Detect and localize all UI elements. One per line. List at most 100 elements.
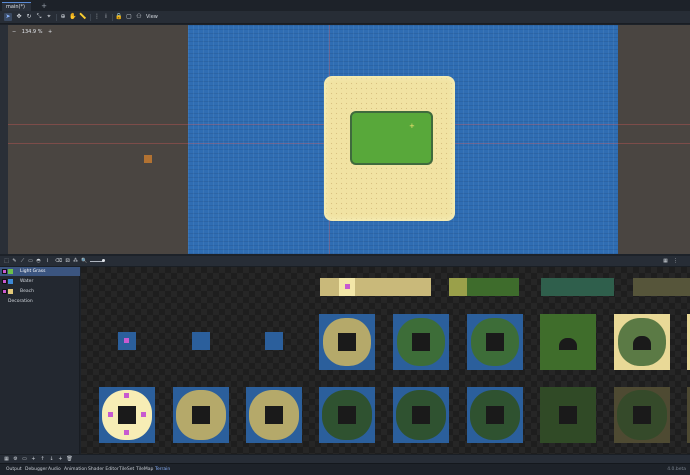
terrain-item-water[interactable]: Water: [0, 277, 80, 286]
atlas-hole: [338, 333, 356, 351]
atlas-tile[interactable]: [319, 314, 375, 370]
terrain-item-label: Decoration: [8, 299, 33, 304]
atlas-tile[interactable]: [320, 278, 431, 296]
arrow-up-icon[interactable]: ↑: [39, 456, 46, 463]
add-icon[interactable]: +: [30, 456, 37, 463]
select-tool-icon[interactable]: ➤: [4, 13, 12, 21]
scatter-icon[interactable]: ⁂: [72, 258, 79, 265]
atlas-tile-marker: [124, 338, 129, 343]
select-tile-icon[interactable]: ⬚: [3, 258, 10, 265]
tab-output[interactable]: Output: [6, 467, 22, 472]
atlas-tile-marker: [124, 430, 129, 435]
scale-tool-icon[interactable]: ⤡: [35, 13, 43, 21]
skeleton-icon[interactable]: ⚇: [135, 13, 143, 21]
bucket-tile-icon[interactable]: ◓: [35, 258, 42, 265]
tab-tileset[interactable]: TileSet: [119, 467, 134, 472]
atlas-tile[interactable]: [449, 278, 467, 296]
terrain-item-decoration[interactable]: Decoration: [0, 297, 80, 306]
snap-toggle-icon[interactable]: ⋮: [93, 13, 101, 21]
atlas-hole: [486, 406, 504, 424]
tab-debugger[interactable]: Debugger: [25, 467, 47, 472]
add-terrain-icon[interactable]: +: [57, 456, 64, 463]
terrain-item-label: Light Grass: [20, 269, 46, 274]
atlas-tile[interactable]: [540, 387, 596, 443]
atlas-tile-marker: [124, 393, 129, 398]
atlas-tile[interactable]: [467, 387, 523, 443]
atlas-hole: [412, 406, 430, 424]
eraser-tile-icon[interactable]: ⌫: [55, 258, 62, 265]
scene-tab-bar: main(*) +: [0, 0, 690, 11]
tab-audio[interactable]: Audio: [48, 467, 61, 472]
atlas-tile[interactable]: [246, 387, 302, 443]
zoom-out-icon[interactable]: −: [12, 29, 16, 35]
tile-atlas-view[interactable]: [81, 267, 690, 454]
canvas-toolbar: ➤ ✥ ↻ ⤡ ⌖ ⊕ ✋ 📏 ⋮ ⁞ 🔒 ▢ ⚇ View: [0, 11, 690, 24]
picker-tile-icon[interactable]: ⌇: [44, 258, 51, 265]
tile-options-icon[interactable]: ⋮: [672, 258, 679, 265]
rect-tile-icon[interactable]: ▭: [27, 258, 34, 265]
ruler-tool-icon[interactable]: 📏: [79, 13, 87, 21]
terrain-color-swatch: [8, 279, 13, 284]
terrain-item-label: Beach: [20, 289, 34, 294]
pivot-tool-icon[interactable]: ⊕: [59, 13, 67, 21]
terrain-item-label: Water: [20, 279, 34, 284]
random-tile-icon[interactable]: ⚄: [64, 258, 71, 265]
toolbar-separator: [112, 14, 113, 21]
atlas-tile[interactable]: [614, 387, 670, 443]
tab-tilemap[interactable]: TileMap: [136, 467, 153, 472]
vertical-ruler: [0, 25, 8, 254]
grid-toggle-icon[interactable]: ▦: [662, 258, 669, 265]
arrow-down-icon[interactable]: ↓: [48, 456, 55, 463]
view-menu[interactable]: View: [146, 13, 158, 21]
atlas-tile[interactable]: [319, 387, 375, 443]
godot-editor-window: main(*) + ➤ ✥ ↻ ⤡ ⌖ ⊕ ✋ 📏 ⋮ ⁞ 🔒 ▢ ⚇ View…: [0, 0, 690, 475]
group-icon[interactable]: ▢: [125, 13, 133, 21]
move-tool-icon[interactable]: ✥: [15, 13, 23, 21]
terrain-set-swatch: [2, 269, 7, 274]
atlas-tile[interactable]: [99, 387, 155, 443]
atlas-tile[interactable]: [173, 387, 229, 443]
atlas-tile[interactable]: [540, 314, 596, 370]
tab-terrain[interactable]: Terrain: [155, 467, 170, 472]
atlas-tile[interactable]: [541, 278, 614, 296]
add-terrain-set-icon[interactable]: ▦: [3, 456, 10, 463]
selectable-tool-icon[interactable]: ⌖: [45, 13, 53, 21]
node-marker[interactable]: [144, 155, 152, 163]
atlas-hole: [633, 336, 651, 350]
move-up-icon[interactable]: ▭: [21, 456, 28, 463]
scene-tab-main[interactable]: main(*): [2, 2, 31, 11]
lock-icon[interactable]: 🔒: [115, 13, 123, 21]
rotate-tool-icon[interactable]: ↻: [25, 13, 33, 21]
delete-icon[interactable]: 🗑: [66, 456, 73, 463]
grass-tiles: [350, 111, 433, 165]
atlas-hole: [559, 338, 577, 350]
atlas-hole: [633, 406, 651, 424]
snap-options-icon[interactable]: ⁞: [102, 13, 110, 21]
slider-knob[interactable]: [102, 259, 105, 262]
terrain-item-light-grass[interactable]: Light Grass: [0, 267, 80, 276]
atlas-tile[interactable]: [467, 314, 523, 370]
atlas-tile[interactable]: [192, 332, 210, 350]
zoom-level[interactable]: 134.9 %: [22, 29, 43, 35]
settings-icon[interactable]: ⚙: [12, 456, 19, 463]
atlas-hole: [192, 406, 210, 424]
canvas-viewport[interactable]: +: [8, 25, 690, 254]
tab-shader-editor[interactable]: Shader Editor: [88, 467, 119, 472]
terrain-color-swatch: [8, 289, 13, 294]
atlas-tile[interactable]: [614, 314, 670, 370]
atlas-tile[interactable]: [265, 332, 283, 350]
add-tab-icon[interactable]: +: [40, 2, 48, 10]
terrain-list-toolbar: ▦ ⚙ ▭ + ↑ ↓ + 🗑: [0, 454, 690, 463]
pan-tool-icon[interactable]: ✋: [69, 13, 77, 21]
zoom-in-icon[interactable]: +: [48, 29, 52, 35]
atlas-tile[interactable]: [393, 387, 449, 443]
atlas-hole: [559, 406, 577, 424]
paint-tile-icon[interactable]: ✎: [11, 258, 18, 265]
atlas-tile[interactable]: [633, 278, 690, 296]
atlas-tile[interactable]: [393, 314, 449, 370]
tab-animation[interactable]: Animation: [64, 467, 87, 472]
terrain-list: Light Grass Water Beach Decoration: [0, 267, 80, 454]
zoom-tile-icon[interactable]: 🔍: [81, 258, 88, 265]
line-tile-icon[interactable]: ⟋: [19, 258, 26, 265]
terrain-item-beach[interactable]: Beach: [0, 287, 80, 296]
